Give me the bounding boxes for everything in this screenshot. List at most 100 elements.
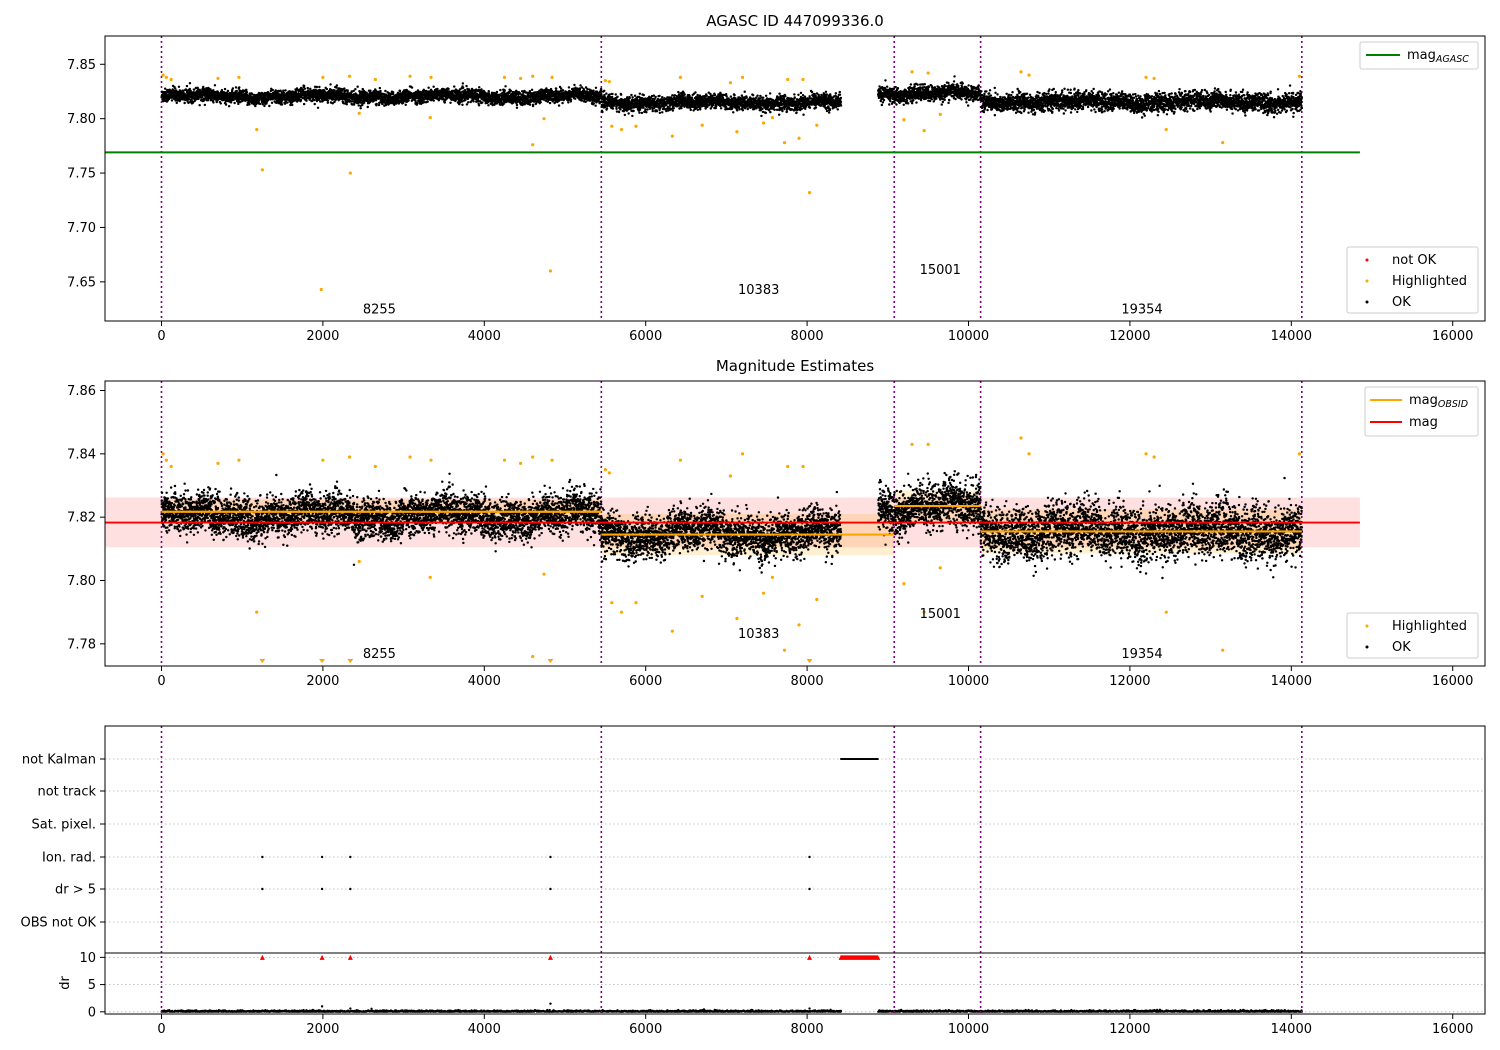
dr-tick-label: 10 — [79, 951, 96, 966]
highlighted-point — [926, 442, 930, 446]
highlighted-point — [1221, 648, 1225, 652]
offscale-marker — [259, 659, 266, 663]
flag-point — [549, 887, 552, 891]
x-tick-label: 10000 — [948, 1022, 989, 1037]
obsid-label: 15001 — [920, 263, 961, 278]
highlighted-point — [1221, 141, 1225, 145]
offscale-marker — [319, 659, 326, 663]
highlighted-point — [319, 287, 323, 292]
dr-spike — [549, 1002, 552, 1005]
highlighted-point — [670, 134, 674, 138]
highlighted-point — [357, 111, 361, 115]
highlighted-point — [619, 127, 624, 132]
highlighted-point — [910, 442, 914, 446]
highlighted-point — [801, 77, 805, 82]
highlighted-point — [735, 130, 739, 134]
highlighted-point — [603, 468, 607, 472]
x-tick-label: 12000 — [1109, 1022, 1150, 1037]
highlighted-point — [519, 76, 523, 81]
highlighted-point — [164, 458, 168, 462]
highlighted-point — [1297, 74, 1301, 78]
panel-1-data: 8255 10383 15001 19354 — [105, 36, 1360, 321]
dr-capped-marker — [319, 954, 325, 960]
highlighted-point — [1019, 70, 1023, 74]
highlighted-point — [761, 121, 766, 125]
highlighted-point — [550, 75, 554, 79]
highlighted-point — [770, 575, 775, 579]
lightcurve-figure: AGASC ID 447099336.0 8255 10383 15001 19354… — [21, 12, 1486, 1037]
flag-row-label: Sat. pixel. — [32, 818, 96, 833]
highlighted-point — [237, 458, 241, 462]
x-tick-label: 2000 — [306, 1022, 339, 1037]
highlighted-point — [770, 115, 775, 120]
flag-point — [261, 855, 264, 859]
y-tick-label: 7.82 — [67, 511, 96, 526]
dr-axis-label: dr — [58, 976, 73, 990]
highlighted-point — [740, 452, 745, 456]
highlighted-point — [347, 455, 352, 459]
highlighted-point — [255, 127, 259, 132]
obsid-label: 10383 — [738, 627, 779, 642]
highlighted-point — [610, 601, 614, 605]
highlighted-point — [603, 78, 607, 83]
highlighted-point — [815, 123, 819, 127]
legend-ok-marker — [1365, 300, 1369, 304]
legend-ok-label: OK — [1392, 295, 1411, 310]
offscale-marker — [347, 659, 354, 663]
x-tick-label: 4000 — [468, 674, 501, 689]
x-tick-label: 16000 — [1432, 1022, 1473, 1037]
flag-row-label: OBS not OK — [21, 916, 97, 931]
legend-notok-marker — [1365, 258, 1369, 262]
y-tick-label: 7.80 — [67, 112, 96, 127]
flag-point — [261, 887, 264, 891]
x-tick-label: 4000 — [468, 329, 501, 344]
highlighted-point — [408, 455, 412, 459]
x-tick-label: 14000 — [1271, 329, 1312, 344]
panel-2-legend-bottom: Highlighted OK — [1346, 612, 1479, 659]
highlighted-point — [728, 81, 733, 85]
highlighted-point — [348, 171, 352, 175]
highlighted-point — [1019, 436, 1023, 440]
highlighted-point — [542, 572, 546, 576]
highlighted-point — [373, 464, 377, 469]
highlighted-point — [542, 117, 546, 121]
highlighted-point — [169, 77, 173, 82]
highlighted-point — [502, 458, 507, 462]
highlighted-point — [786, 464, 790, 469]
offscale-marker — [806, 659, 813, 663]
legend-2-ok-label: OK — [1392, 640, 1411, 655]
highlighted-point — [216, 461, 220, 465]
highlighted-point — [216, 76, 220, 81]
panel-3-frame — [104, 725, 1486, 1015]
highlighted-point — [255, 610, 259, 614]
highlighted-point — [260, 168, 264, 172]
legend-2-highlighted-marker — [1365, 624, 1369, 628]
obsid-label: 15001 — [920, 607, 961, 622]
highlighted-point — [815, 597, 819, 602]
flag-point — [349, 887, 352, 891]
highlighted-point — [321, 458, 325, 462]
flag-row-label: not track — [37, 785, 96, 800]
panel-magnitude-estimates: Magnitude Estimates 8255103831500119354 … — [67, 357, 1486, 689]
dr-tick-label: 0 — [88, 1005, 96, 1020]
highlighted-point — [237, 75, 241, 79]
x-tick-label: 6000 — [629, 1022, 662, 1037]
flag-row-label: dr > 5 — [55, 883, 96, 898]
highlighted-point — [519, 461, 523, 465]
highlighted-point — [797, 623, 801, 627]
highlighted-point — [357, 559, 361, 564]
highlighted-point — [910, 70, 914, 74]
highlighted-point — [531, 143, 535, 147]
offscale-marker — [547, 659, 554, 663]
legend-2-highlighted-label: Highlighted — [1392, 619, 1467, 634]
flag-row-label: Ion. rad. — [42, 851, 96, 866]
highlighted-point — [161, 73, 165, 77]
x-tick-label: 12000 — [1109, 329, 1150, 344]
y-tick-label: 7.75 — [67, 167, 96, 182]
x-tick-label: 2000 — [306, 329, 339, 344]
highlighted-point — [347, 74, 352, 78]
legend-highlighted-label: Highlighted — [1392, 274, 1467, 289]
dr-capped-marker — [547, 954, 553, 960]
flag-point — [349, 855, 352, 859]
highlighted-point — [735, 616, 739, 621]
